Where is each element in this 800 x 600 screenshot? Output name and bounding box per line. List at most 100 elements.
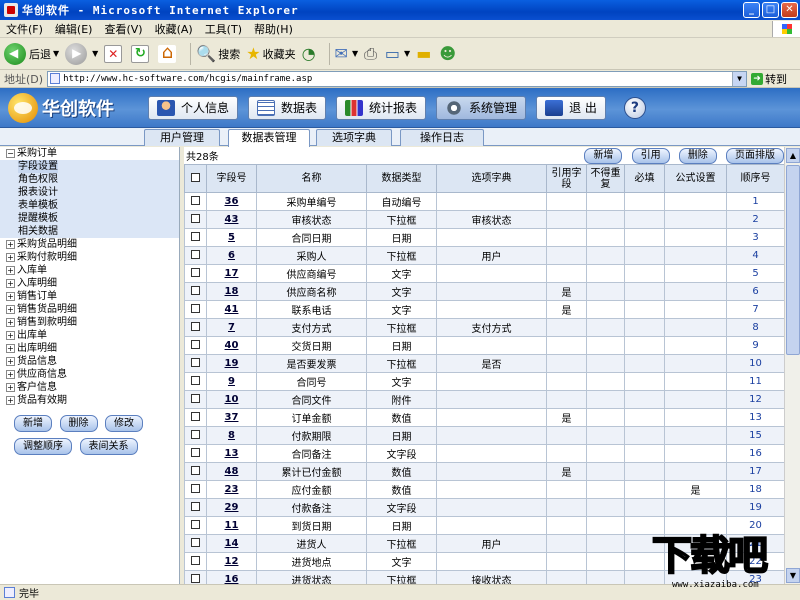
table-row[interactable]: 17 供应商编号 文字 5 [184, 264, 785, 283]
table-row[interactable]: 40 交货日期 日期 9 [184, 336, 785, 355]
help-icon[interactable]: ? [623, 96, 646, 119]
cell-field-no[interactable]: 7 [206, 318, 257, 337]
tree-node[interactable]: + 销售货品明细 [0, 303, 179, 316]
table-row[interactable]: 43 审核状态 下拉框 审核状态 2 [184, 210, 785, 229]
row-checkbox[interactable] [191, 231, 200, 241]
menu-file[interactable]: 文件(F) [0, 21, 49, 37]
menu-tools[interactable]: 工具(T) [199, 21, 248, 37]
row-checkbox[interactable] [191, 213, 200, 223]
expand-icon[interactable]: + [6, 357, 15, 366]
cell-field-no[interactable]: 41 [206, 300, 257, 319]
row-checkbox[interactable] [191, 321, 200, 331]
cell-field-no[interactable]: 17 [206, 264, 257, 283]
page-layout-button[interactable]: 页面排版 [726, 147, 784, 164]
row-checkbox[interactable] [191, 303, 200, 313]
row-checkbox[interactable] [191, 285, 200, 295]
menu-view[interactable]: 查看(V) [98, 21, 148, 37]
row-checkbox[interactable] [191, 519, 200, 529]
col-reference[interactable]: 引用字段 [546, 164, 587, 193]
tab-user-management[interactable]: 用户管理 [144, 129, 220, 146]
expand-icon[interactable]: + [6, 331, 15, 340]
table-row[interactable]: 7 支付方式 下拉框 支付方式 8 [184, 318, 785, 337]
cell-field-no[interactable]: 48 [206, 462, 257, 481]
stop-button[interactable] [104, 44, 125, 63]
tab-option-dictionary[interactable]: 选项字典 [316, 129, 392, 146]
col-order[interactable]: 顺序号 [726, 164, 785, 193]
expand-icon[interactable]: + [6, 370, 15, 379]
row-checkbox[interactable] [191, 447, 200, 457]
tree-node[interactable]: + 客户信息 [0, 381, 179, 394]
row-checkbox[interactable] [191, 393, 200, 403]
col-required[interactable]: 必填 [624, 164, 665, 193]
expand-icon[interactable]: + [6, 240, 15, 249]
nav-personal-info[interactable]: 个人信息 [148, 95, 239, 120]
row-checkbox[interactable] [191, 555, 200, 565]
address-url[interactable]: http://www.hc-software.com/hcgis/mainfra… [63, 74, 732, 84]
scroll-thumb[interactable] [786, 165, 800, 355]
cell-field-no[interactable]: 23 [206, 480, 257, 499]
menu-favorites[interactable]: 收藏(A) [149, 21, 199, 37]
field-add-button[interactable]: 新增 [584, 147, 623, 164]
row-checkbox[interactable] [191, 267, 200, 277]
expand-icon[interactable]: + [6, 292, 15, 301]
row-checkbox[interactable] [191, 573, 200, 583]
mail-button[interactable]: ✉ ▼ [335, 44, 359, 63]
expand-icon[interactable]: + [6, 305, 15, 314]
address-input[interactable]: http://www.hc-software.com/hcgis/mainfra… [47, 70, 748, 87]
col-formula[interactable]: 公式设置 [664, 164, 727, 193]
cell-field-no[interactable]: 8 [206, 426, 257, 445]
row-checkbox[interactable] [191, 357, 200, 367]
cell-field-no[interactable]: 6 [206, 246, 257, 265]
cell-field-no[interactable]: 40 [206, 336, 257, 355]
row-checkbox[interactable] [191, 483, 200, 493]
field-reference-button[interactable]: 引用 [631, 147, 670, 164]
tree-child-item[interactable]: 角色权限 [0, 173, 179, 186]
expand-icon[interactable]: + [6, 318, 15, 327]
nav-data-table[interactable]: 数据表 [248, 95, 327, 120]
tree-node[interactable]: + 出库单 [0, 329, 179, 342]
table-row[interactable]: 37 订单金额 数值 是 13 [184, 408, 785, 427]
cell-field-no[interactable]: 18 [206, 282, 257, 301]
table-row[interactable]: 9 合同号 文字 11 [184, 372, 785, 391]
table-row[interactable]: 13 合同备注 文字段 16 [184, 444, 785, 463]
go-button[interactable]: ➜ 转到 [751, 71, 787, 87]
minimize-button[interactable]: _ [743, 2, 760, 18]
row-checkbox[interactable] [191, 465, 200, 475]
maximize-button[interactable]: □ [762, 2, 779, 18]
expand-icon[interactable]: + [6, 253, 15, 262]
field-delete-button[interactable]: 删除 [678, 147, 717, 164]
chevron-down-icon[interactable]: ▼ [53, 49, 59, 58]
menu-edit[interactable]: 编辑(E) [49, 21, 99, 37]
col-field-no[interactable]: 字段号 [206, 164, 257, 193]
tree-node[interactable]: + 供应商信息 [0, 368, 179, 381]
refresh-button[interactable] [131, 44, 152, 63]
forward-button[interactable]: ▼ [65, 42, 98, 65]
cell-field-no[interactable]: 5 [206, 228, 257, 247]
col-name[interactable]: 名称 [256, 164, 367, 193]
tree-node[interactable]: + 采购付款明细 [0, 251, 179, 264]
tree-edit-button[interactable]: 修改 [105, 415, 143, 432]
row-checkbox[interactable] [191, 339, 200, 349]
tree-node[interactable]: + 销售到款明细 [0, 316, 179, 329]
table-row[interactable]: 36 采购单编号 自动编号 1 [184, 192, 785, 211]
tree-node[interactable]: + 入库单 [0, 264, 179, 277]
row-checkbox[interactable] [191, 501, 200, 511]
discuss-button[interactable]: ▬ [416, 44, 433, 63]
table-row[interactable]: 41 联系电话 文字 是 7 [184, 300, 785, 319]
cell-field-no[interactable]: 10 [206, 390, 257, 409]
tree-node[interactable]: + 入库明细 [0, 277, 179, 290]
address-dropdown-icon[interactable]: ▼ [732, 71, 747, 86]
edit-button[interactable]: ▭ ▼ [385, 44, 410, 63]
nav-system-admin[interactable]: 系统管理 [436, 95, 527, 120]
tree-child-item[interactable]: 提醒模板 [0, 212, 179, 225]
cell-field-no[interactable]: 37 [206, 408, 257, 427]
select-all-checkbox[interactable] [191, 172, 200, 182]
expand-icon[interactable]: + [6, 383, 15, 392]
table-row[interactable]: 23 应付金额 数值 是 18 [184, 480, 785, 499]
table-row[interactable]: 48 累计已付金额 数值 是 17 [184, 462, 785, 481]
expand-icon[interactable]: + [6, 266, 15, 275]
cell-field-no[interactable]: 11 [206, 516, 257, 535]
row-checkbox[interactable] [191, 375, 200, 385]
menu-help[interactable]: 帮助(H) [248, 21, 299, 37]
table-row[interactable]: 18 供应商名称 文字 是 6 [184, 282, 785, 301]
